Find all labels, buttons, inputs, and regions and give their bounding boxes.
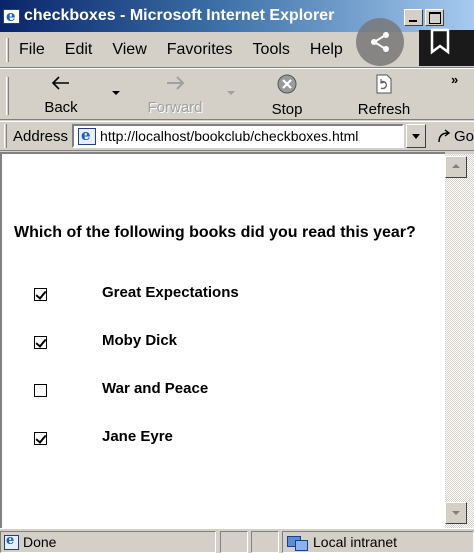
back-dropdown[interactable] (112, 91, 120, 95)
intranet-zone-icon (287, 534, 308, 551)
vertical-scrollbar[interactable] (445, 154, 474, 528)
minimize-button[interactable] (404, 9, 423, 26)
refresh-label: Refresh (357, 101, 411, 118)
checkbox-great-expectations[interactable] (34, 288, 47, 301)
standard-toolbar: Back Forward Stop Refresh (0, 68, 474, 120)
address-url: http://localhost/bookclub/checkboxes.htm… (100, 128, 359, 144)
refresh-icon (376, 74, 392, 94)
back-button[interactable]: Back (40, 73, 82, 116)
back-label: Back (44, 99, 78, 116)
bookmark-icon (430, 28, 450, 55)
page-icon: e (77, 126, 97, 145)
option-moby-dick: Moby Dick (34, 332, 177, 349)
forward-dropdown[interactable] (227, 91, 235, 95)
go-button[interactable]: Go (436, 127, 474, 145)
back-arrow-icon (51, 76, 69, 90)
menu-file[interactable]: File (19, 41, 45, 59)
menu-help[interactable]: Help (310, 41, 343, 59)
option-label: Great Expectations (102, 284, 239, 301)
option-jane-eyre: Jane Eyre (34, 428, 173, 445)
checkbox-moby-dick[interactable] (34, 336, 47, 349)
scroll-up-button[interactable] (445, 156, 467, 178)
title-bar[interactable]: e checkboxes - Microsoft Internet Explor… (0, 0, 474, 32)
option-label: War and Peace (102, 380, 209, 397)
option-label: Jane Eyre (102, 428, 173, 445)
checkbox-war-and-peace[interactable] (34, 384, 47, 397)
refresh-button[interactable]: Refresh (356, 73, 412, 118)
share-button[interactable] (356, 18, 404, 66)
scroll-down-button[interactable] (445, 502, 467, 524)
address-dropdown-button[interactable] (406, 124, 426, 148)
stop-icon (277, 74, 297, 94)
forward-button[interactable]: Forward (146, 73, 204, 116)
status-panel: e Done (0, 531, 216, 553)
address-input[interactable]: e http://localhost/bookclub/checkboxes.h… (72, 124, 405, 148)
maximize-button[interactable] (425, 9, 444, 26)
option-great-expectations: Great Expectations (34, 284, 239, 301)
option-war-and-peace: War and Peace (34, 380, 208, 397)
toolbar-more-chevron[interactable]: » (451, 72, 458, 87)
menu-tools[interactable]: Tools (253, 41, 290, 59)
status-bar: e Done Local intranet (0, 528, 474, 553)
status-panel-progress (220, 531, 248, 553)
window-title: checkboxes - Microsoft Internet Explorer (24, 7, 335, 24)
bookmark-button[interactable] (419, 28, 474, 66)
status-zone-panel: Local intranet (282, 531, 474, 553)
status-text: Done (23, 534, 57, 550)
question-text: Which of the following books did you rea… (14, 224, 416, 241)
address-bar: Address e http://localhost/bookclub/chec… (0, 121, 474, 151)
address-label: Address (13, 127, 69, 145)
stop-button[interactable]: Stop (266, 73, 308, 118)
menu-view[interactable]: View (112, 41, 146, 59)
page-done-icon: e (3, 533, 19, 550)
forward-label: Forward (147, 99, 203, 116)
stop-label: Stop (271, 101, 303, 118)
status-panel-security (251, 531, 279, 553)
toolbar-grip[interactable] (6, 77, 9, 115)
checkbox-jane-eyre[interactable] (34, 432, 47, 445)
menu-favorites[interactable]: Favorites (167, 41, 233, 59)
forward-arrow-icon (167, 76, 185, 90)
address-grip[interactable] (4, 124, 7, 148)
option-label: Moby Dick (102, 332, 178, 349)
page-content: Which of the following books did you rea… (0, 152, 445, 528)
zone-text: Local intranet (313, 534, 398, 550)
go-label: Go (453, 127, 474, 145)
share-icon (371, 32, 389, 52)
menu-edit[interactable]: Edit (65, 41, 93, 59)
ie-logo-icon: e (2, 7, 20, 25)
menu-grip[interactable] (6, 37, 9, 62)
window-controls (404, 9, 444, 26)
go-arrow-icon (438, 129, 451, 143)
